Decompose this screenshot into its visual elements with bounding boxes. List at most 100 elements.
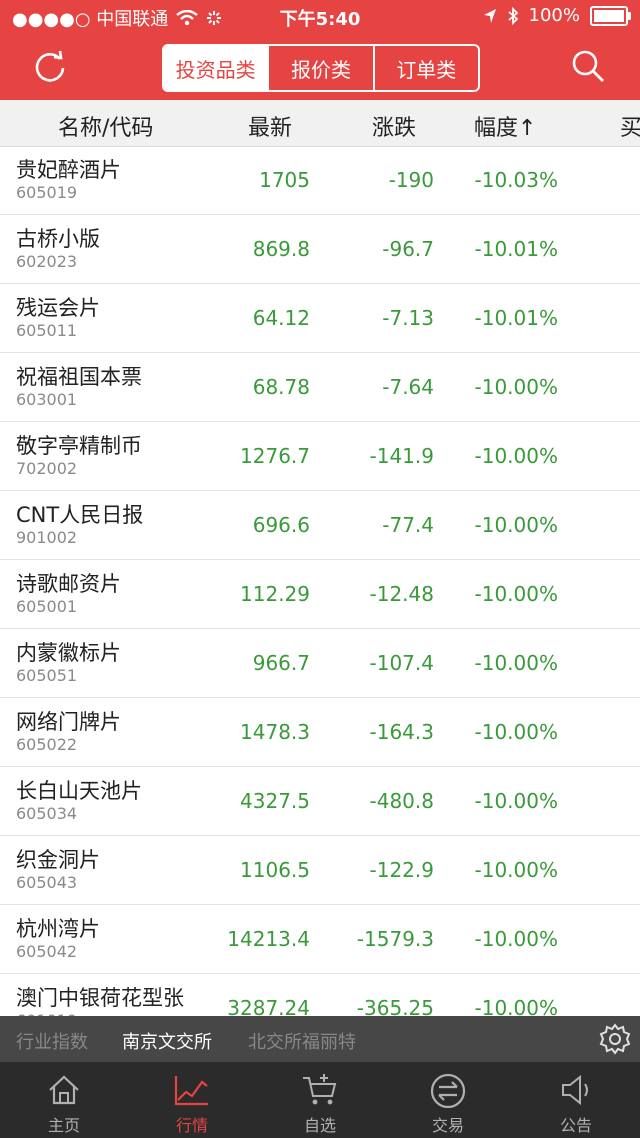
item-latest: 1276.7 xyxy=(240,444,310,468)
item-change: -12.48 xyxy=(369,582,434,606)
item-code: 605019 xyxy=(16,183,78,202)
item-latest: 112.29 xyxy=(240,582,310,606)
nav-market[interactable]: 行情 xyxy=(128,1062,256,1138)
item-change: -122.9 xyxy=(369,858,434,882)
col-name-code[interactable]: 名称/代码 xyxy=(58,110,153,142)
exchange-tab-strip: 行业指数 南京文交所 北交所福丽特 xyxy=(0,1016,640,1062)
item-latest: 14213.4 xyxy=(227,927,310,951)
item-percent: -10.01% xyxy=(474,306,558,330)
item-code: 605034 xyxy=(16,804,78,823)
table-row[interactable]: 内蒙徽标片 605051 966.7 -107.4 -10.00% xyxy=(0,629,640,698)
item-name: 敬字亭精制币 xyxy=(16,434,142,458)
nav-home[interactable]: 主页 xyxy=(0,1062,128,1138)
item-change: -164.3 xyxy=(369,720,434,744)
home-icon xyxy=(49,1075,79,1105)
table-row[interactable]: 贵妃醉酒片 605019 1705 -190 -10.03% xyxy=(0,146,640,215)
item-code: 605042 xyxy=(16,942,78,961)
item-percent: -10.00% xyxy=(474,651,558,675)
item-percent: -10.00% xyxy=(474,858,558,882)
nav-notice-label: 公告 xyxy=(559,1116,592,1135)
tab-order-category[interactable]: 订单类 xyxy=(372,46,478,90)
item-percent: -10.00% xyxy=(474,513,558,537)
category-segment: 投资品类 报价类 订单类 xyxy=(162,44,480,92)
tab-nanjing-exchange[interactable]: 南京文交所 xyxy=(122,1028,212,1054)
item-name: 网络门牌片 xyxy=(16,710,121,734)
bottom-nav: 主页 行情 自选 交易 公告 xyxy=(0,1062,640,1138)
bluetooth-icon xyxy=(507,6,518,25)
item-percent: -10.00% xyxy=(474,444,558,468)
item-percent: -10.00% xyxy=(474,789,558,813)
table-row[interactable]: 诗歌邮资片 605001 112.29 -12.48 -10.00% xyxy=(0,560,640,629)
item-code: 702002 xyxy=(16,459,78,478)
item-change: -7.13 xyxy=(382,306,434,330)
item-name: 织金洞片 xyxy=(16,848,100,872)
table-row[interactable]: 杭州湾片 605042 14213.4 -1579.3 -10.00% xyxy=(0,905,640,974)
col-change[interactable]: 涨跌 xyxy=(372,110,416,142)
item-latest: 4327.5 xyxy=(240,789,310,813)
item-code: 605051 xyxy=(16,666,78,685)
col-buy[interactable]: 买 xyxy=(620,110,640,142)
table-row[interactable]: 网络门牌片 605022 1478.3 -164.3 -10.00% xyxy=(0,698,640,767)
item-name: 杭州湾片 xyxy=(16,917,100,941)
item-latest: 1705 xyxy=(259,168,310,192)
nav-watchlist-label: 自选 xyxy=(303,1116,336,1135)
table-row[interactable]: 织金洞片 605043 1106.5 -122.9 -10.00% xyxy=(0,836,640,905)
item-name: CNT人民日报 xyxy=(16,503,144,527)
item-name: 贵妃醉酒片 xyxy=(16,158,121,182)
nav-home-label: 主页 xyxy=(47,1116,80,1135)
speaker-icon xyxy=(562,1074,588,1106)
item-name: 长白山天池片 xyxy=(16,779,142,803)
chart-icon xyxy=(174,1076,208,1106)
item-percent: -10.00% xyxy=(474,720,558,744)
item-percent: -10.01% xyxy=(474,237,558,261)
col-percent[interactable]: 幅度↑ xyxy=(474,110,536,142)
header-nav: 投资品类 报价类 订单类 xyxy=(0,36,640,96)
item-change: -365.25 xyxy=(356,996,434,1016)
table-row[interactable]: 澳门中银荷花型张 601019 3287.24 -365.25 -10.00% xyxy=(0,974,640,1016)
location-icon xyxy=(483,8,496,23)
table-row[interactable]: 长白山天池片 605034 4327.5 -480.8 -10.00% xyxy=(0,767,640,836)
table-row[interactable]: 残运会片 605011 64.12 -7.13 -10.01% xyxy=(0,284,640,353)
item-code: 603001 xyxy=(16,390,78,409)
status-bar: ●●●●○ 中国联通 下午5:40 100% xyxy=(0,0,640,32)
item-code: 901002 xyxy=(16,528,78,547)
item-name: 祝福祖国本票 xyxy=(16,365,142,389)
cart-add-icon xyxy=(303,1074,337,1105)
refresh-icon[interactable] xyxy=(32,48,68,84)
item-code: 605011 xyxy=(16,321,78,340)
table-row[interactable]: 敬字亭精制币 702002 1276.7 -141.9 -10.00% xyxy=(0,422,640,491)
column-header: 名称/代码 最新 涨跌 幅度↑ 买 xyxy=(0,100,640,147)
item-latest: 64.12 xyxy=(252,306,310,330)
item-name: 澳门中银荷花型张 xyxy=(16,986,184,1010)
col-latest[interactable]: 最新 xyxy=(248,110,292,142)
quote-list: 贵妃醉酒片 605019 1705 -190 -10.03% 古桥小版 6020… xyxy=(0,146,640,1016)
item-code: 605001 xyxy=(16,597,78,616)
nav-watchlist[interactable]: 自选 xyxy=(256,1062,384,1138)
item-name: 古桥小版 xyxy=(16,227,100,251)
item-latest: 1478.3 xyxy=(240,720,310,744)
item-change: -96.7 xyxy=(382,237,434,261)
gear-icon[interactable] xyxy=(598,1022,632,1056)
exchange-icon xyxy=(430,1073,466,1109)
item-code: 605022 xyxy=(16,735,78,754)
tab-beijing-fulite[interactable]: 北交所福丽特 xyxy=(248,1028,356,1054)
item-name: 残运会片 xyxy=(16,296,100,320)
nav-market-label: 行情 xyxy=(175,1116,208,1135)
tab-quote-category[interactable]: 报价类 xyxy=(267,46,372,90)
battery-percent: 100% xyxy=(528,5,580,26)
item-name: 内蒙徽标片 xyxy=(16,641,121,665)
nav-trade[interactable]: 交易 xyxy=(384,1062,512,1138)
table-row[interactable]: 祝福祖国本票 603001 68.78 -7.64 -10.00% xyxy=(0,353,640,422)
battery-icon xyxy=(590,5,631,26)
tab-industry-index[interactable]: 行业指数 xyxy=(16,1028,88,1054)
search-icon[interactable] xyxy=(570,48,606,84)
tab-investment-category[interactable]: 投资品类 xyxy=(164,46,268,90)
item-latest: 966.7 xyxy=(252,651,310,675)
item-name: 诗歌邮资片 xyxy=(16,572,121,596)
item-change: -7.64 xyxy=(382,375,434,399)
table-row[interactable]: CNT人民日报 901002 696.6 -77.4 -10.00% xyxy=(0,491,640,560)
table-row[interactable]: 古桥小版 602023 869.8 -96.7 -10.01% xyxy=(0,215,640,284)
nav-notice[interactable]: 公告 xyxy=(512,1062,640,1138)
item-latest: 3287.24 xyxy=(227,996,310,1016)
nav-trade-label: 交易 xyxy=(431,1116,464,1135)
